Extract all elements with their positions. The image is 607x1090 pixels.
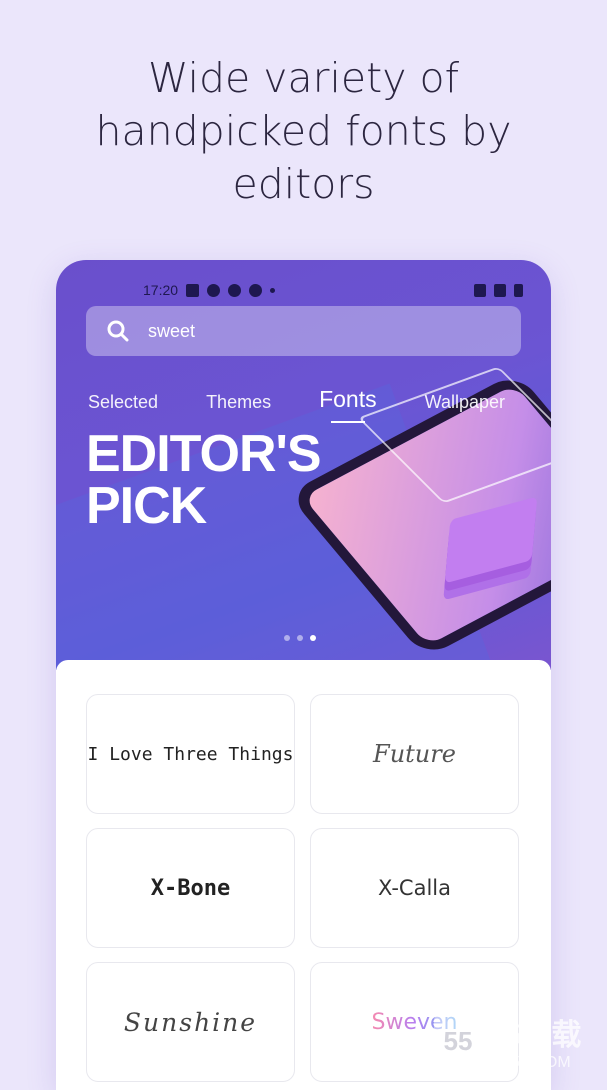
wifi-icon [494,283,506,297]
watermark-url: RR55.COM [488,1054,571,1071]
carousel-indicator [284,635,316,641]
watermark: 55 55下载 RR55.COM [434,1010,581,1072]
search-icon [107,320,129,342]
facebook-icon [228,283,242,297]
search-bar[interactable] [86,306,521,356]
banner-title: EDITOR'S PICK [86,425,322,535]
vibrate-icon [474,283,486,297]
font-card[interactable]: Future [310,694,519,814]
headline: Wide variety of handpicked fonts by edit… [95,54,512,208]
banner-title-line2: PICK [86,477,207,535]
carousel-dot[interactable] [297,635,303,641]
category-tabs: Selected Themes Fonts Wallpaper [88,386,551,423]
shopping-bag-icon [186,283,200,297]
app-icon [207,283,221,297]
watermark-logo: 55 [434,1015,482,1067]
tab-themes[interactable]: Themes [206,392,271,413]
editors-pick-banner[interactable]: 17:20 Selected Themes Fonts Wallpaper ED… [56,260,551,670]
carousel-dot[interactable] [284,635,290,641]
banner-title-line1: EDITOR'S [86,425,322,483]
tab-wallpaper[interactable]: Wallpaper [425,392,505,413]
phone-mockup: 17:20 Selected Themes Fonts Wallpaper ED… [56,260,551,1090]
carousel-dot-active[interactable] [310,635,316,641]
battery-icon [514,283,523,297]
search-input[interactable] [148,320,488,342]
status-time: 17:20 [143,282,179,298]
more-notifications-icon [270,287,276,293]
font-card[interactable]: X-Calla [310,828,519,948]
watermark-text: 55下载 [488,1019,582,1052]
font-card[interactable]: I Love Three Things [86,694,295,814]
font-card[interactable]: X-Bone [86,828,295,948]
status-bar: 17:20 [143,282,523,298]
font-card[interactable]: Sunshine [86,962,295,1082]
notification-icon [249,283,263,297]
tab-selected[interactable]: Selected [88,392,158,413]
tab-fonts[interactable]: Fonts [319,386,377,423]
